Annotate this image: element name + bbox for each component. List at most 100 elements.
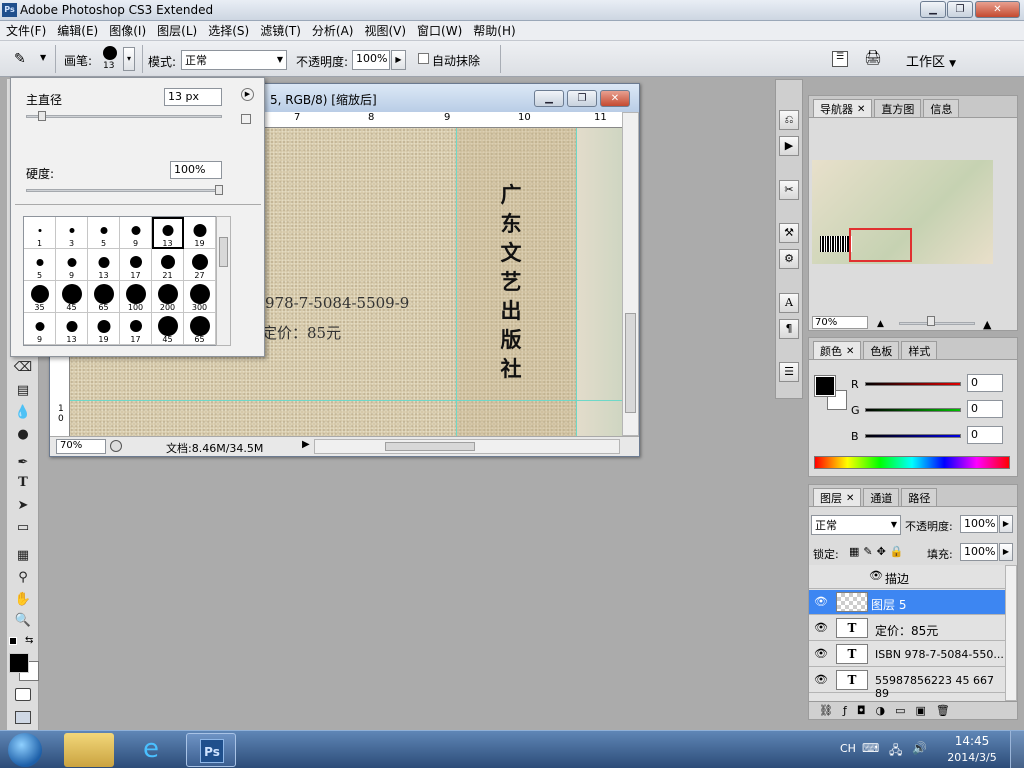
tool-preset-dropdown-icon[interactable]: ▼ — [40, 53, 46, 62]
close-icon[interactable]: ✕ — [846, 346, 854, 357]
brush-preview-icon[interactable] — [103, 46, 117, 60]
explorer-taskbar-icon[interactable] — [64, 733, 114, 767]
g-gradient-bar[interactable] — [865, 408, 961, 412]
eye-icon[interactable]: 👁 — [812, 595, 830, 609]
lock-icons[interactable]: ▦✎✥🔒 — [849, 545, 908, 558]
history-icon[interactable]: ⎌ — [779, 110, 799, 130]
clock-time[interactable]: 14:45 — [952, 734, 992, 748]
tool-presets-icon[interactable]: ✂ — [779, 180, 799, 200]
tab-swatches[interactable]: 色板 — [863, 341, 900, 359]
brush-preset[interactable]: 200 — [152, 281, 184, 313]
brushes-icon[interactable]: ⚒ — [779, 223, 799, 243]
tab-channels[interactable]: 通道 — [863, 488, 900, 506]
clone-source-icon[interactable]: ⚙ — [779, 249, 799, 269]
slider-thumb[interactable] — [927, 316, 935, 326]
document-horizontal-scrollbar[interactable] — [314, 439, 620, 454]
zoom-out-icon[interactable]: ▲ — [877, 319, 884, 329]
dodge-tool-icon[interactable]: ● — [13, 426, 33, 444]
opacity-field[interactable]: 100% — [352, 50, 390, 70]
brush-preset[interactable]: 19 — [184, 217, 216, 249]
menu-analysis[interactable]: 分析(A) — [312, 22, 354, 39]
b-value-field[interactable]: 0 — [967, 426, 1003, 444]
status-icon[interactable] — [110, 440, 122, 452]
opacity-arrow-button[interactable]: ▶ — [391, 50, 406, 70]
menu-view[interactable]: 视图(V) — [364, 22, 406, 39]
workspace-button[interactable]: 工作区 ▼ — [906, 51, 956, 70]
diameter-slider[interactable] — [26, 111, 222, 121]
hardness-slider[interactable] — [26, 185, 223, 195]
scroll-thumb[interactable] — [219, 237, 228, 267]
navigator-zoom-slider[interactable] — [899, 322, 975, 325]
character-icon[interactable]: A — [779, 293, 799, 313]
tab-styles[interactable]: 样式 — [901, 341, 938, 359]
start-button[interactable] — [8, 733, 42, 767]
paragraph-icon[interactable]: ¶ — [779, 319, 799, 339]
layers-scrollbar[interactable] — [1005, 565, 1017, 701]
brush-preset[interactable]: 17 — [120, 249, 152, 281]
menu-filter[interactable]: 滤镜(T) — [260, 22, 301, 39]
b-gradient-bar[interactable] — [865, 434, 961, 438]
menu-file[interactable]: 文件(F) — [6, 22, 46, 39]
layers-footer-buttons[interactable]: ⛓ƒ◘◑▭▣🗑 — [809, 701, 1017, 719]
document-vertical-scrollbar[interactable] — [622, 112, 639, 436]
menu-select[interactable]: 选择(S) — [208, 22, 249, 39]
clock-date[interactable]: 2014/3/5 — [944, 751, 1000, 764]
auto-erase-checkbox[interactable] — [418, 53, 429, 64]
path-selection-tool-icon[interactable]: ➤ — [13, 497, 33, 515]
blend-mode-select[interactable]: 正常 ▼ — [811, 515, 901, 535]
pen-tool-icon[interactable]: ✒ — [13, 454, 33, 472]
eye-icon[interactable]: 👁 — [812, 621, 830, 635]
brush-menu-icon[interactable]: ▶ — [241, 88, 254, 101]
brush-preset[interactable]: 17 — [120, 313, 152, 345]
ie-taskbar-icon[interactable]: e — [126, 733, 176, 767]
brush-preset[interactable]: 9 — [56, 249, 88, 281]
zoom-tool-icon[interactable]: 🔍 — [13, 612, 33, 630]
notes-tool-icon[interactable]: ▦ — [13, 547, 33, 565]
zoom-in-icon[interactable]: ▲ — [983, 318, 991, 331]
brush-preset[interactable]: 1 — [24, 217, 56, 249]
hardness-field[interactable]: 100% — [170, 161, 222, 179]
rectangle-tool-icon[interactable]: ▭ — [13, 519, 33, 537]
type-tool-icon[interactable]: T — [13, 474, 33, 492]
diameter-field[interactable]: 13 px — [164, 88, 222, 106]
brush-preset[interactable]: 65 — [184, 313, 216, 345]
brush-preset[interactable]: 45 — [56, 281, 88, 313]
restore-button[interactable]: ❐ — [947, 1, 973, 18]
slider-thumb[interactable] — [215, 185, 223, 195]
menu-window[interactable]: 窗口(W) — [417, 22, 462, 39]
fill-arrow[interactable]: ▶ — [999, 543, 1013, 561]
brush-preset[interactable]: 21 — [152, 249, 184, 281]
network-icon[interactable]: 🖧 — [889, 741, 902, 762]
tab-histogram[interactable]: 直方图 — [874, 99, 922, 117]
minimize-button[interactable]: ▁ — [920, 1, 946, 18]
layer-comps-icon[interactable]: ☰ — [779, 362, 799, 382]
brush-picker-button[interactable]: ▾ — [123, 47, 135, 71]
brush-preset[interactable]: 100 — [120, 281, 152, 313]
brush-preset[interactable]: 65 — [88, 281, 120, 313]
brush-preset[interactable]: 35 — [24, 281, 56, 313]
show-desktop-button[interactable] — [1010, 731, 1024, 768]
brush-grid-scrollbar[interactable] — [216, 216, 231, 346]
hand-tool-icon[interactable]: ✋ — [13, 591, 33, 609]
brush-preset[interactable]: 3 — [56, 217, 88, 249]
doc-close-button[interactable]: ✕ — [600, 90, 630, 107]
tab-navigator[interactable]: 导航器 ✕ — [813, 99, 873, 117]
screen-mode-icon[interactable] — [15, 711, 31, 724]
effect-row[interactable]: 👁 描边 — [809, 565, 1005, 589]
pencil-tool-icon[interactable]: ✎ — [14, 51, 26, 67]
layer-row[interactable]: 👁 T 55987856223 45 667 89 — [809, 668, 1005, 700]
blur-tool-icon[interactable]: 💧 — [13, 404, 33, 422]
bridge-icon[interactable]: 🖨 — [864, 50, 886, 68]
tab-info[interactable]: 信息 — [923, 99, 960, 117]
close-button[interactable]: ✕ — [975, 1, 1020, 18]
brush-preset[interactable]: 13 — [56, 313, 88, 345]
fill-field[interactable]: 100% — [960, 543, 998, 561]
mode-select[interactable]: 正常 ▼ — [181, 50, 287, 70]
r-gradient-bar[interactable] — [865, 382, 961, 386]
brush-preset[interactable]: 300 — [184, 281, 216, 313]
menu-help[interactable]: 帮助(H) — [473, 22, 515, 39]
gradient-tool-icon[interactable]: ▤ — [13, 382, 33, 400]
scroll-thumb[interactable] — [385, 442, 475, 451]
default-colors-icon[interactable] — [9, 637, 17, 645]
menu-layer[interactable]: 图层(L) — [157, 22, 197, 39]
